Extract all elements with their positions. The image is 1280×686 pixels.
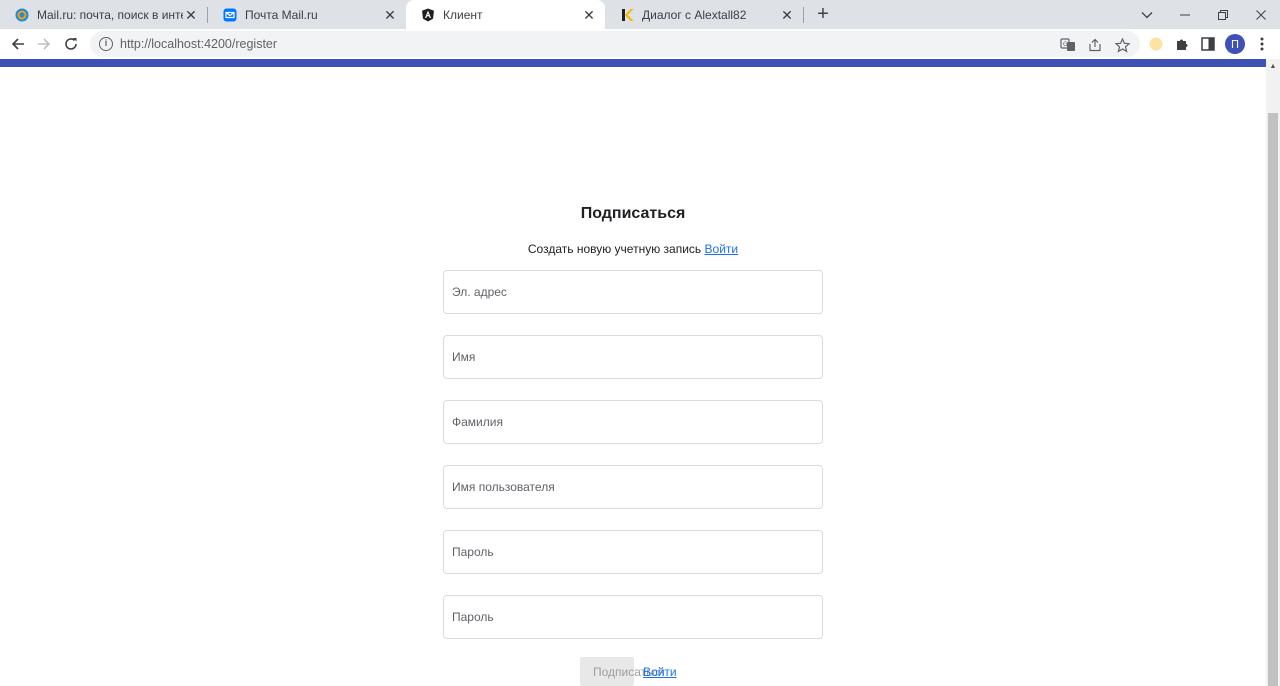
tab-mail[interactable]: Почта Mail.ru ✕: [208, 0, 406, 29]
minimize-button[interactable]: [1166, 0, 1204, 29]
address-bar[interactable]: i http://localhost:4200/register G: [90, 31, 1140, 57]
close-icon[interactable]: ✕: [581, 7, 597, 23]
close-icon[interactable]: ✕: [382, 7, 398, 23]
register-submit-button[interactable]: Подписаться: [580, 657, 665, 686]
browser-tab-strip: Mail.ru: почта, поиск в интернете ✕ Почт…: [0, 0, 1280, 29]
first-name-field[interactable]: [443, 335, 823, 379]
forward-button[interactable]: [32, 32, 56, 56]
reload-icon: [65, 38, 77, 50]
mail-envelope-icon: [223, 8, 237, 22]
app-header-bar: [0, 59, 1266, 67]
arrow-left-icon: [11, 38, 24, 50]
browser-menu-button[interactable]: [1252, 34, 1272, 54]
tab-mailru[interactable]: Mail.ru: почта, поиск в интернете ✕: [0, 0, 207, 29]
subtitle-text: Создать новую учетную запись: [527, 242, 702, 256]
new-tab-button[interactable]: +: [812, 4, 834, 26]
page-title: Подписаться: [580, 205, 686, 222]
last-name-field[interactable]: [443, 400, 823, 444]
close-icon: [1256, 9, 1266, 20]
tab-title: Mail.ru: почта, поиск в интернете: [37, 7, 183, 22]
register-subtitle: Создать новую учетную запись Войти: [433, 242, 833, 256]
minimize-icon: [1180, 14, 1190, 15]
login-link[interactable]: Войти: [705, 242, 739, 256]
page-scrollbar[interactable]: ▲: [1266, 59, 1280, 686]
profile-initial: П: [1231, 38, 1239, 51]
kebab-menu-icon: [1260, 37, 1264, 51]
back-button[interactable]: [6, 32, 30, 56]
side-panel-icon[interactable]: [1198, 34, 1218, 54]
translate-icon[interactable]: G: [1059, 36, 1077, 54]
email-field[interactable]: [443, 270, 823, 314]
tab-divider: [803, 7, 804, 23]
arrow-right-icon: [38, 38, 51, 50]
extension-status-icon[interactable]: [1146, 34, 1166, 54]
close-window-button[interactable]: [1242, 0, 1280, 29]
site-info-icon[interactable]: i: [99, 37, 113, 51]
tab-title: Диалог с Alextall82: [642, 7, 747, 22]
tab-search-button[interactable]: [1128, 0, 1166, 29]
close-icon[interactable]: ✕: [183, 7, 199, 23]
url-text[interactable]: http://localhost:4200/register: [120, 37, 277, 51]
browser-toolbar: i http://localhost:4200/register G П: [0, 29, 1280, 59]
extensions-puzzle-icon[interactable]: [1172, 34, 1192, 54]
kwork-k-icon: [620, 8, 634, 22]
bottom-login-link[interactable]: Войти: [643, 665, 677, 679]
chevron-down-icon: [1141, 11, 1153, 18]
share-icon[interactable]: [1086, 36, 1104, 54]
tab-title: Почта Mail.ru: [245, 7, 318, 22]
bookmark-star-icon[interactable]: [1113, 36, 1131, 54]
svg-text:G: G: [1063, 41, 1068, 48]
tab-title: Клиент: [443, 7, 483, 22]
reload-button[interactable]: [59, 32, 83, 56]
password-confirm-field[interactable]: [443, 595, 823, 639]
scroll-up-icon[interactable]: ▲: [1266, 59, 1280, 73]
profile-avatar[interactable]: П: [1225, 34, 1245, 54]
restore-button[interactable]: [1204, 0, 1242, 29]
mailru-at-icon: [15, 8, 29, 22]
tab-client[interactable]: Клиент ✕: [406, 0, 605, 29]
restore-icon: [1218, 9, 1228, 20]
close-icon[interactable]: ✕: [779, 7, 795, 23]
angular-icon: [421, 8, 435, 22]
tab-kwork[interactable]: Диалог с Alextall82 ✕: [605, 0, 803, 29]
password-field[interactable]: [443, 530, 823, 574]
scrollbar-thumb[interactable]: [1268, 113, 1278, 686]
username-field[interactable]: [443, 465, 823, 509]
